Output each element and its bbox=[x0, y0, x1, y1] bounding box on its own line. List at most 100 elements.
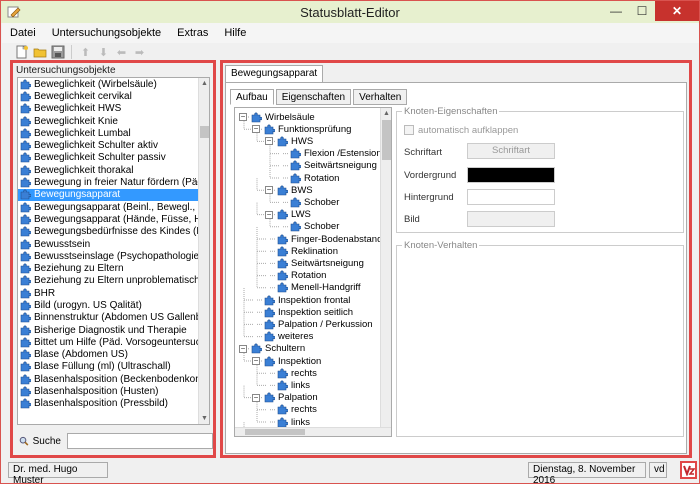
tree-node[interactable]: weiteres bbox=[252, 331, 313, 343]
tree-node[interactable]: Schober bbox=[278, 196, 339, 208]
list-item[interactable]: Bisherige Diagnostik und Therapie bbox=[18, 324, 209, 336]
tab-aufbau[interactable]: Aufbau bbox=[230, 89, 274, 105]
list-item[interactable]: Bewegung in freier Natur fördern (Päd. V… bbox=[18, 176, 209, 188]
tree-node[interactable]: Schober bbox=[278, 221, 339, 233]
open-folder-icon[interactable] bbox=[32, 45, 47, 60]
collapse-icon[interactable]: − bbox=[252, 125, 260, 134]
tab-verhalten[interactable]: Verhalten bbox=[353, 89, 408, 105]
collapse-icon[interactable]: − bbox=[252, 393, 260, 402]
puzzle-icon bbox=[264, 295, 275, 305]
list-item[interactable]: BHR bbox=[18, 287, 209, 299]
tree-scroll-up-arrow-icon[interactable]: ▲ bbox=[381, 108, 391, 119]
objects-list[interactable]: Beweglichkeit (Wirbelsäule) Beweglichkeit… bbox=[17, 77, 210, 425]
save-icon[interactable] bbox=[50, 45, 65, 60]
list-item[interactable]: Blasenhalsposition (Pressbild) bbox=[18, 398, 209, 410]
tree-node[interactable]: − Inspektion bbox=[252, 355, 321, 367]
list-item[interactable]: Beweglichkeit cervikal bbox=[18, 90, 209, 102]
tree-node[interactable]: Palpation / Perkussion bbox=[252, 318, 373, 330]
tree-node[interactable]: Finger-Bodenabstand bbox=[265, 233, 382, 245]
tree-node[interactable]: − LWS bbox=[265, 209, 311, 221]
tree-node[interactable]: − Wirbelsäule bbox=[239, 111, 315, 123]
collapse-icon[interactable]: − bbox=[239, 113, 247, 121]
collapse-icon[interactable]: − bbox=[239, 344, 247, 353]
tree-node[interactable]: Seitwärtsneigung bbox=[265, 257, 364, 269]
close-button[interactable]: ✕ bbox=[655, 1, 699, 21]
list-item[interactable]: Beweglichkeit Lumbal bbox=[18, 127, 209, 139]
image-box[interactable] bbox=[467, 211, 555, 227]
tree-horizontal-scrollbar[interactable] bbox=[235, 427, 391, 436]
tree-node[interactable]: Inspektion frontal bbox=[252, 294, 350, 306]
tree-node-label: Menell-Handgriff bbox=[291, 282, 361, 294]
tree-node[interactable]: Rotation bbox=[265, 270, 326, 282]
structure-tree[interactable]: − Wirbelsäule − Funktionsprüfung − HWS Flexion… bbox=[234, 107, 392, 437]
tree-scroll-thumb[interactable] bbox=[382, 120, 391, 160]
arrow-down-icon[interactable]: ⬇ bbox=[96, 45, 111, 60]
collapse-icon[interactable]: − bbox=[252, 357, 260, 365]
puzzle-icon bbox=[277, 136, 288, 147]
tree-node[interactable]: links bbox=[265, 379, 310, 391]
list-item[interactable]: Blasenhalsposition (Beckenbodenkontrakti bbox=[18, 373, 209, 385]
tree-node[interactable]: − HWS bbox=[265, 135, 313, 147]
puzzle-icon bbox=[20, 91, 31, 102]
list-item[interactable]: Beweglichkeit Schulter aktiv bbox=[18, 139, 209, 151]
list-item[interactable]: Beweglichkeit thorakal bbox=[18, 164, 209, 176]
list-item[interactable]: Bewusstsein bbox=[18, 238, 209, 250]
background-color-box[interactable] bbox=[467, 189, 555, 205]
tree-node[interactable]: − BWS bbox=[265, 184, 313, 196]
menu-extras[interactable]: Extras bbox=[169, 27, 216, 39]
tab-bewegungsapparat[interactable]: Bewegungsapparat bbox=[225, 65, 324, 83]
list-item[interactable]: Bewegungsbedürfnisse des Kindes (Päd. V bbox=[18, 226, 209, 238]
menu-datei[interactable]: Datei bbox=[2, 27, 44, 39]
tree-node[interactable]: rechts bbox=[265, 367, 317, 379]
collapse-icon[interactable]: − bbox=[265, 210, 273, 219]
list-item[interactable]: Beziehung zu Eltern unproblematisch (Päd… bbox=[18, 275, 209, 287]
minimize-button[interactable]: — bbox=[603, 1, 629, 21]
list-item[interactable]: Bewegungsapparat (Hände, Füsse, Hüften) bbox=[18, 213, 209, 225]
tree-node[interactable]: Reklination bbox=[265, 245, 338, 257]
tree-node[interactable]: Rotation bbox=[278, 172, 339, 184]
list-item[interactable]: Bewegungsapparat (Beinl., Bewegl., Füsse bbox=[18, 201, 209, 213]
font-button[interactable]: Schriftart bbox=[467, 143, 555, 159]
list-item[interactable]: Bewegungsapparat bbox=[18, 188, 209, 201]
list-item[interactable]: Blase (Abdomen US) bbox=[18, 349, 209, 361]
tree-node[interactable]: Flexion /Estension bbox=[278, 148, 382, 160]
foreground-color-box[interactable] bbox=[467, 167, 555, 183]
new-icon[interactable] bbox=[14, 45, 29, 60]
list-item[interactable]: Beweglichkeit Knie bbox=[18, 115, 209, 127]
menu-untersuchungsobjekte[interactable]: Untersuchungsobjekte bbox=[44, 27, 169, 39]
list-item[interactable]: Blasenhalsposition (Husten) bbox=[18, 385, 209, 397]
tree-node[interactable]: Seitwärtsneigung bbox=[278, 160, 377, 172]
list-item[interactable]: Beziehung zu Eltern bbox=[18, 262, 209, 274]
tree-node[interactable]: − Schultern bbox=[239, 343, 305, 355]
list-item[interactable]: Beweglichkeit (Wirbelsäule) bbox=[18, 78, 209, 90]
arrow-left-icon[interactable]: ⬅ bbox=[114, 45, 129, 60]
scroll-thumb[interactable] bbox=[200, 126, 209, 138]
scroll-down-arrow-icon[interactable]: ▼ bbox=[199, 413, 209, 424]
tree-node[interactable]: Menell-Handgriff bbox=[265, 282, 361, 294]
tree-hscroll-thumb[interactable] bbox=[245, 429, 305, 435]
list-item[interactable]: Binnenstruktur (Abdomen US Gallenblase) bbox=[18, 312, 209, 324]
list-item[interactable]: Beweglichkeit Schulter passiv bbox=[18, 152, 209, 164]
tree-node[interactable]: − Palpation bbox=[252, 392, 318, 404]
menu-hilfe[interactable]: Hilfe bbox=[216, 27, 254, 39]
auto-expand-checkbox[interactable] bbox=[404, 125, 414, 135]
collapse-icon[interactable]: − bbox=[265, 186, 273, 195]
list-item[interactable]: Beweglichkeit HWS bbox=[18, 103, 209, 115]
tree-node[interactable]: Inspektion seitlich bbox=[252, 306, 353, 318]
search-input[interactable] bbox=[67, 433, 213, 449]
maximize-button[interactable]: ☐ bbox=[629, 1, 655, 21]
tree-scrollbar[interactable]: ▲ bbox=[380, 108, 391, 436]
objects-list-scrollbar[interactable]: ▲ ▼ bbox=[198, 78, 209, 424]
scroll-up-arrow-icon[interactable]: ▲ bbox=[199, 78, 209, 89]
arrow-right-icon[interactable]: ➡ bbox=[132, 45, 147, 60]
list-item[interactable]: Bewusstseinslage (Psychopathologie) bbox=[18, 250, 209, 262]
tree-node[interactable]: rechts bbox=[265, 404, 317, 416]
tree-node[interactable]: − Funktionsprüfung bbox=[252, 123, 351, 135]
list-item[interactable]: Blase Füllung (ml) (Ultraschall) bbox=[18, 361, 209, 373]
arrow-up-icon[interactable]: ⬆ bbox=[78, 45, 93, 60]
collapse-icon[interactable]: − bbox=[265, 137, 273, 146]
title-bar[interactable]: Statusblatt-Editor — ☐ ✕ bbox=[1, 1, 699, 23]
list-item[interactable]: Bild (urogyn. US Qalität) bbox=[18, 299, 209, 311]
list-item[interactable]: Bittet um Hilfe (Päd. Vorsogeuntersuchun… bbox=[18, 336, 209, 348]
tab-eigenschaften[interactable]: Eigenschaften bbox=[275, 89, 352, 105]
